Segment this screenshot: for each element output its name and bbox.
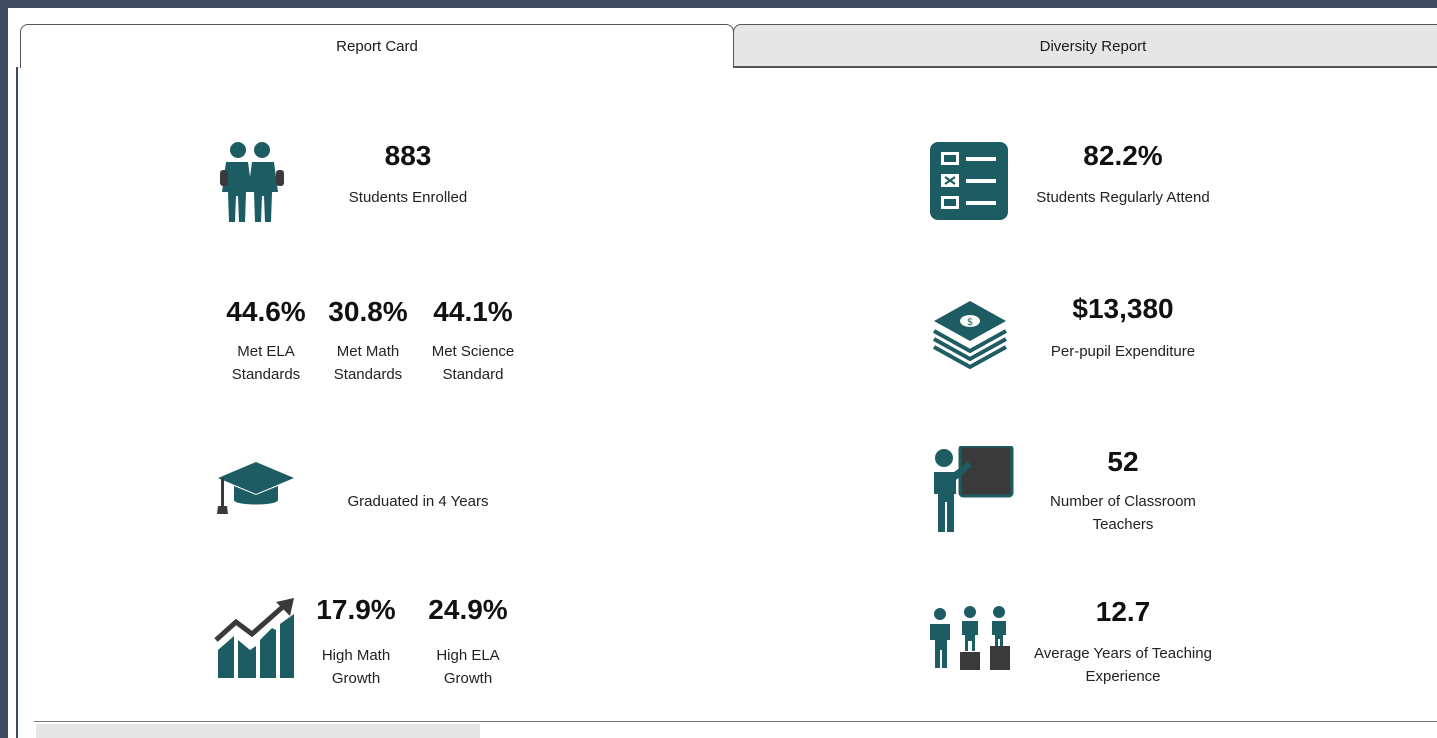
attendance-value: 82.2% [1083,140,1163,171]
bottom-divider [34,721,1437,722]
expenditure-label: Per-pupil Expenditure [1050,343,1196,360]
teacher-board-icon [934,446,1014,532]
tab-diversity-report[interactable]: Diversity Report [733,24,1437,67]
enrolled-label: Students Enrolled [348,189,468,206]
ela-growth-value: 24.9% [428,594,508,625]
students-icon [220,142,284,222]
ela-growth-label-2: Growth [443,670,493,687]
teachers-label-1: Number of Classroom [1050,493,1196,510]
math-standards-value: 30.8% [328,296,408,327]
ela-standards-value: 44.6% [226,296,306,327]
math-growth-value: 17.9% [316,594,396,625]
ela-standards-label-2: Standards [231,366,301,383]
horizontal-scrollbar[interactable] [36,724,480,738]
expenditure-value: $13,380 [1072,293,1174,324]
tab-divider [734,67,1437,68]
ela-growth-label-1: High ELA [436,647,500,664]
math-standards-label-1: Met Math [336,343,400,360]
graduated-label: Graduated in 4 Years [347,493,489,510]
science-standards-label-2: Standard [442,366,504,383]
report-frame: Report Card Diversity Report 883 Student… [8,8,1437,738]
attendance-label: Students Regularly Attend [1036,189,1210,206]
left-border [16,67,18,738]
teachers-label-2: Teachers [1092,516,1154,533]
teachers-value: 52 [1107,446,1139,477]
experience-label-1: Average Years of Teaching [1034,645,1212,662]
enrolled-value: 883 [384,140,432,171]
graduation-cap-icon [217,462,294,514]
svg-text:$: $ [967,317,973,328]
money-stack-icon: $ [933,301,1007,370]
math-standards-label-2: Standards [333,366,403,383]
math-growth-label-2: Growth [331,670,381,687]
podium-people-icon [930,606,1010,670]
experience-label-2: Experience [1085,668,1161,685]
growth-chart-icon [214,598,294,678]
math-growth-label-1: High Math [321,647,391,664]
science-standards-value: 44.1% [433,296,513,327]
science-standards-label-1: Met Science [431,343,515,360]
ela-standards-label-1: Met ELA [237,343,295,360]
experience-value: 12.7 [1095,596,1151,627]
tab-report-card[interactable]: Report Card [20,24,734,68]
checklist-icon [930,142,1008,220]
